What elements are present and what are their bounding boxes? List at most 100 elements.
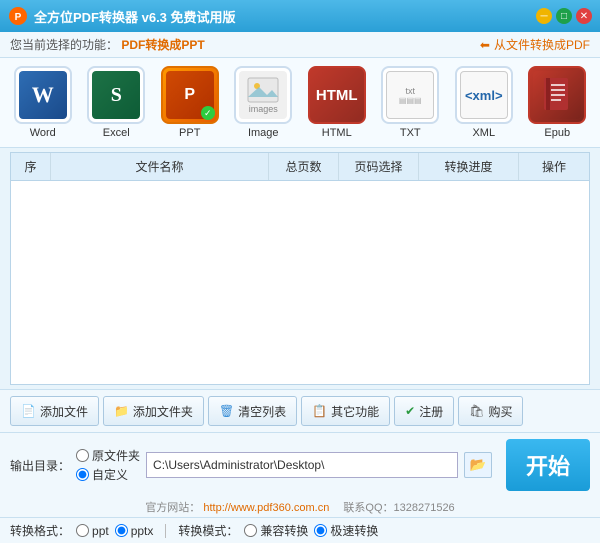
clear-list-label: 清空列表 — [238, 403, 286, 420]
radio-original-label: 原文件夹 — [92, 447, 140, 464]
format-pptx-label: pptx — [131, 524, 154, 538]
add-folder-button[interactable]: 📁 添加文件夹 — [103, 396, 204, 426]
tool-xml[interactable]: <xml> XML — [451, 66, 517, 139]
register-icon: ✔ — [405, 404, 415, 418]
radio-original-input[interactable] — [76, 449, 89, 462]
tool-ppt-icon-box: P ✓ — [161, 66, 219, 124]
current-function-prefix: 您当前选择的功能： — [10, 38, 118, 52]
tool-image[interactable]: images Image — [231, 66, 297, 139]
tool-epub[interactable]: Epub — [525, 66, 591, 139]
tool-txt[interactable]: txt ▤▤▤ TXT — [378, 66, 444, 139]
qq-info: 联系QQ：1328271526 — [332, 502, 454, 514]
col-action: 操作 — [519, 153, 589, 180]
radio-original[interactable]: 原文件夹 — [76, 447, 140, 464]
tool-html-icon-box: HTML — [308, 66, 366, 124]
table-header: 序 文件名称 总页数 页码选择 转换进度 操作 — [11, 153, 589, 181]
website-link[interactable]: http://www.pdf360.com.cn — [203, 502, 329, 514]
website-bar: 官方网站： http://www.pdf360.com.cn 联系QQ：1328… — [0, 497, 600, 517]
mode-compat-radio[interactable]: 兼容转换 — [244, 522, 308, 539]
xml-icon: <xml> — [460, 71, 508, 119]
register-button[interactable]: ✔ 注册 — [394, 396, 454, 426]
folder-icon: 📂 — [470, 457, 487, 473]
tool-ppt[interactable]: P ✓ PPT — [157, 66, 223, 139]
convert-from-file-link[interactable]: ⬅ 从文件转换成PDF — [480, 36, 590, 53]
col-seq: 序 — [11, 153, 51, 180]
clear-list-button[interactable]: 🗑 清空列表 — [208, 396, 297, 426]
mode-compat-input[interactable] — [244, 524, 257, 537]
tool-txt-icon-box: txt ▤▤▤ — [381, 66, 439, 124]
app-title: 全方位PDF转换器 v6.3 免费试用版 — [34, 7, 536, 26]
html-icon: HTML — [313, 71, 361, 119]
tool-ppt-label: PPT — [179, 127, 200, 139]
bottom-bar: 转换格式： ppt pptx 转换模式： 兼容转换 极速转换 — [0, 517, 600, 543]
tool-html[interactable]: HTML HTML — [304, 66, 370, 139]
add-file-button[interactable]: 📄 添加文件 — [10, 396, 99, 426]
radio-custom-label: 自定义 — [92, 466, 128, 483]
format-pptx-radio[interactable]: pptx — [115, 524, 154, 538]
minimize-button[interactable]: ─ — [536, 8, 552, 24]
col-pages: 总页数 — [269, 153, 339, 180]
add-folder-label: 添加文件夹 — [133, 403, 193, 420]
main-content: 您当前选择的功能： PDF转换成PPT ⬅ 从文件转换成PDF W Word S… — [0, 32, 600, 543]
tool-excel-icon-box: S — [87, 66, 145, 124]
output-radio-group: 原文件夹 自定义 — [76, 447, 140, 483]
other-func-button[interactable]: 📋 其它功能 — [301, 396, 390, 426]
format-ppt-input[interactable] — [76, 524, 89, 537]
mode-label: 转换模式： — [178, 522, 238, 539]
mode-fast-radio[interactable]: 极速转换 — [314, 522, 378, 539]
tool-epub-icon-box — [528, 66, 586, 124]
tool-html-label: HTML — [322, 127, 352, 139]
clear-icon: 🗑 — [219, 404, 234, 418]
start-button[interactable]: 开始 — [506, 439, 590, 491]
add-folder-icon: 📁 — [114, 404, 129, 418]
svg-text:P: P — [15, 12, 22, 23]
image-icon: images — [239, 71, 287, 119]
tool-image-icon-box: images — [234, 66, 292, 124]
add-file-label: 添加文件 — [40, 403, 88, 420]
convert-link-text: 从文件转换成PDF — [494, 36, 590, 53]
epub-icon — [533, 71, 581, 119]
tool-word[interactable]: W Word — [10, 66, 76, 139]
other-func-icon: 📋 — [312, 404, 327, 418]
output-dir-row: 输出目录： 原文件夹 自定义 📂 开始 — [0, 433, 600, 497]
format-ppt-radio[interactable]: ppt — [76, 524, 109, 538]
browse-folder-button[interactable]: 📂 — [464, 452, 492, 478]
tools-row: W Word S Excel P ✓ PPT — [0, 58, 600, 148]
word-icon: W — [19, 71, 67, 119]
mode-fast-label: 极速转换 — [330, 522, 378, 539]
buy-button[interactable]: 🛍 购买 — [458, 396, 523, 426]
col-page-select: 页码选择 — [339, 153, 419, 180]
tool-word-icon-box: W — [14, 66, 72, 124]
maximize-button[interactable]: □ — [556, 8, 572, 24]
mode-fast-input[interactable] — [314, 524, 327, 537]
register-label: 注册 — [419, 403, 443, 420]
col-progress: 转换进度 — [419, 153, 519, 180]
tool-epub-label: Epub — [544, 127, 570, 139]
tool-txt-label: TXT — [400, 127, 421, 139]
radio-custom-input[interactable] — [76, 468, 89, 481]
format-pptx-input[interactable] — [115, 524, 128, 537]
other-func-label: 其它功能 — [331, 403, 379, 420]
top-bar: 您当前选择的功能： PDF转换成PPT ⬅ 从文件转换成PDF — [0, 32, 600, 58]
app-logo: P — [8, 6, 28, 26]
output-dir-label: 输出目录： — [10, 457, 70, 474]
window-controls: ─ □ ✕ — [536, 8, 592, 24]
format-label: 转换格式： — [10, 522, 70, 539]
tool-excel[interactable]: S Excel — [84, 66, 150, 139]
file-table: 序 文件名称 总页数 页码选择 转换进度 操作 — [10, 152, 590, 385]
format-ppt-label: ppt — [92, 524, 109, 538]
output-path-input[interactable] — [146, 452, 458, 478]
action-bar: 📄 添加文件 📁 添加文件夹 🗑 清空列表 📋 其它功能 ✔ 注册 🛍 购买 — [0, 389, 600, 433]
tool-image-label: Image — [248, 127, 279, 139]
tool-excel-label: Excel — [103, 127, 130, 139]
col-filename: 文件名称 — [51, 153, 269, 180]
title-bar: P 全方位PDF转换器 v6.3 免费试用版 ─ □ ✕ — [0, 0, 600, 32]
radio-custom[interactable]: 自定义 — [76, 466, 140, 483]
tool-word-label: Word — [30, 127, 56, 139]
tool-xml-label: XML — [472, 127, 495, 139]
buy-icon: 🛍 — [469, 404, 484, 418]
mode-compat-label: 兼容转换 — [260, 522, 308, 539]
close-button[interactable]: ✕ — [576, 8, 592, 24]
tool-xml-icon-box: <xml> — [455, 66, 513, 124]
add-file-icon: 📄 — [21, 404, 36, 418]
